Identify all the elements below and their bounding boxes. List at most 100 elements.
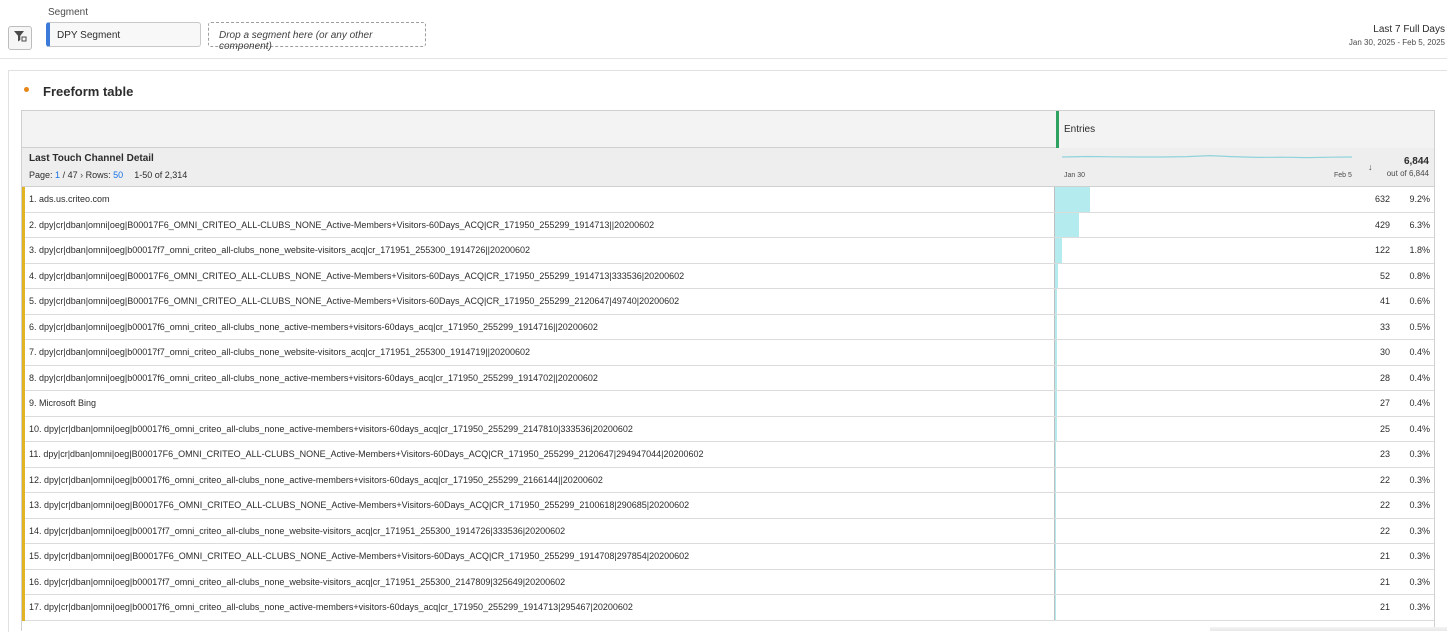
top-bar: Segment DPY Segment Drop a segment here … — [0, 0, 1447, 59]
row-bar — [1055, 238, 1062, 263]
table-row[interactable]: 9. Microsoft Bing 27 0.4% — [22, 391, 1434, 417]
row-percent: 0.3% — [1409, 551, 1430, 561]
segment-filter-button[interactable] — [8, 26, 32, 50]
table-row[interactable]: 14. dpy|cr|dban|omni|oeg|b00017f7_omni_c… — [22, 518, 1434, 544]
sort-descending-icon[interactable]: ↓ — [1368, 162, 1373, 172]
page-label: Page: — [29, 170, 53, 180]
row-bar — [1055, 416, 1057, 441]
row-label[interactable]: 7. dpy|cr|dban|omni|oeg|b00017f7_omni_cr… — [29, 347, 530, 357]
row-percent: 0.8% — [1409, 270, 1430, 281]
row-percent: 0.3% — [1409, 449, 1430, 459]
table-row[interactable]: 10. dpy|cr|dban|omni|oeg|b00017f6_omni_c… — [22, 416, 1434, 442]
row-label[interactable]: 17. dpy|cr|dban|omni|oeg|b00017f6_omni_c… — [29, 602, 633, 612]
table-row[interactable]: 13. dpy|cr|dban|omni|oeg|B00017F6_OMNI_C… — [22, 493, 1434, 519]
table-row[interactable]: 15. dpy|cr|dban|omni|oeg|B00017F6_OMNI_C… — [22, 544, 1434, 570]
table-row[interactable]: 8. dpy|cr|dban|omni|oeg|b00017f6_omni_cr… — [22, 365, 1434, 391]
row-bar — [1055, 595, 1057, 620]
table-row[interactable]: 2. dpy|cr|dban|omni|oeg|B00017F6_OMNI_CR… — [22, 212, 1434, 238]
table-row[interactable]: 16. dpy|cr|dban|omni|oeg|b00017f7_omni_c… — [22, 569, 1434, 595]
row-label[interactable]: 2. dpy|cr|dban|omni|oeg|B00017F6_OMNI_CR… — [29, 220, 654, 230]
row-percent: 0.3% — [1409, 474, 1430, 485]
row-label[interactable]: 3. dpy|cr|dban|omni|oeg|b00017f7_omni_cr… — [29, 245, 530, 255]
row-label[interactable]: 10. dpy|cr|dban|omni|oeg|b00017f6_omni_c… — [29, 424, 633, 434]
trend-sparkline — [1062, 154, 1353, 159]
row-label[interactable]: 9. Microsoft Bing — [29, 398, 96, 408]
row-range: 1-50 of 2,314 — [134, 170, 188, 180]
table-body: 1. ads.us.criteo.com 632 9.2% 2. dpy|cr|dba… — [22, 187, 1434, 621]
row-percent: 0.3% — [1409, 602, 1430, 612]
metric-column-header[interactable]: Entries — [1056, 111, 1434, 148]
panel-title[interactable]: Freeform table — [43, 84, 133, 99]
row-bar — [1055, 263, 1059, 288]
metric-total: 6,844 — [1403, 156, 1429, 167]
row-value: 22 — [1379, 500, 1390, 510]
table-row[interactable]: 5. dpy|cr|dban|omni|oeg|B00017F6_OMNI_CR… — [22, 289, 1434, 315]
table-row[interactable]: 4. dpy|cr|dban|omni|oeg|B00017F6_OMNI_CR… — [22, 263, 1434, 289]
row-value: 25 — [1379, 423, 1390, 434]
row-percent: 0.4% — [1409, 398, 1430, 408]
row-value: 429 — [1374, 219, 1390, 230]
row-label[interactable]: 4. dpy|cr|dban|omni|oeg|B00017F6_OMNI_CR… — [29, 271, 684, 281]
table-row[interactable]: 12. dpy|cr|dban|omni|oeg|b00017f6_omni_c… — [22, 467, 1434, 493]
table-row[interactable]: 17. dpy|cr|dban|omni|oeg|b00017f6_omni_c… — [22, 595, 1434, 621]
row-label[interactable]: 11. dpy|cr|dban|omni|oeg|B00017F6_OMNI_C… — [29, 449, 704, 459]
row-bar — [1055, 314, 1057, 339]
row-label[interactable]: 1. ads.us.criteo.com — [29, 194, 110, 204]
row-bar — [1055, 365, 1057, 390]
row-bar — [1055, 467, 1057, 492]
date-range-title[interactable]: Last 7 Full Days — [1373, 24, 1445, 35]
table-row[interactable]: 11. dpy|cr|dban|omni|oeg|B00017F6_OMNI_C… — [22, 442, 1434, 468]
row-label[interactable]: 12. dpy|cr|dban|omni|oeg|b00017f6_omni_c… — [29, 475, 603, 485]
row-value: 52 — [1379, 270, 1390, 281]
table-row[interactable]: 3. dpy|cr|dban|omni|oeg|b00017f7_omni_cr… — [22, 238, 1434, 264]
row-metric-cell — [1054, 493, 1434, 518]
dimension-title[interactable]: Last Touch Channel Detail — [29, 153, 154, 164]
metric-header-label: Entries — [1064, 124, 1096, 135]
row-metric-cell — [1054, 595, 1434, 620]
row-bar — [1055, 493, 1057, 518]
row-label[interactable]: 8. dpy|cr|dban|omni|oeg|b00017f6_omni_cr… — [29, 373, 598, 383]
segment-drop-zone[interactable]: Drop a segment here (or any other compon… — [208, 22, 426, 52]
row-bar — [1055, 187, 1090, 212]
table-row[interactable]: 1. ads.us.criteo.com 632 9.2% — [22, 187, 1434, 213]
row-percent: 0.4% — [1409, 347, 1430, 357]
table-row[interactable]: 6. dpy|cr|dban|omni|oeg|b00017f6_omni_cr… — [22, 314, 1434, 340]
row-percent: 0.3% — [1409, 500, 1430, 510]
row-metric-cell — [1054, 544, 1434, 569]
spark-start-label: Jan 30 — [1064, 172, 1086, 179]
row-label[interactable]: 16. dpy|cr|dban|omni|oeg|b00017f7_omni_c… — [29, 577, 565, 587]
row-value: 632 — [1374, 194, 1390, 204]
row-bar — [1055, 442, 1057, 467]
row-metric-cell — [1054, 569, 1434, 594]
segment-chip[interactable]: DPY Segment — [46, 22, 201, 47]
row-metric-cell — [1054, 416, 1434, 441]
row-label[interactable]: 15. dpy|cr|dban|omni|oeg|B00017F6_OMNI_C… — [29, 551, 689, 561]
page-number[interactable]: 1 — [55, 170, 60, 180]
row-label[interactable]: 6. dpy|cr|dban|omni|oeg|b00017f6_omni_cr… — [29, 322, 598, 332]
spark-end-label: Feb 5 — [1334, 172, 1352, 179]
row-percent: 6.3% — [1409, 219, 1430, 230]
row-metric-cell — [1054, 289, 1434, 314]
row-metric-cell — [1054, 340, 1434, 365]
row-label[interactable]: 14. dpy|cr|dban|omni|oeg|b00017f7_omni_c… — [29, 526, 565, 536]
row-value: 28 — [1379, 372, 1390, 383]
pagination: Page: 1 / 47 › Rows: 50 1-50 of 2,314 — [29, 170, 187, 180]
row-bar — [1055, 569, 1057, 594]
table-row[interactable]: 7. dpy|cr|dban|omni|oeg|b00017f7_omni_cr… — [22, 340, 1434, 366]
rows-per-page[interactable]: 50 — [113, 170, 123, 180]
row-label[interactable]: 5. dpy|cr|dban|omni|oeg|B00017F6_OMNI_CR… — [29, 296, 679, 306]
row-metric-cell — [1054, 263, 1434, 288]
row-percent: 0.6% — [1409, 296, 1430, 306]
row-metric-cell — [1054, 442, 1434, 467]
row-value: 27 — [1379, 398, 1390, 408]
row-label[interactable]: 13. dpy|cr|dban|omni|oeg|B00017F6_OMNI_C… — [29, 500, 689, 510]
row-bar — [1055, 289, 1058, 314]
row-bar — [1055, 391, 1057, 416]
date-range-value: Jan 30, 2025 - Feb 5, 2025 — [1348, 38, 1445, 47]
row-bar — [1055, 544, 1057, 569]
row-percent: 9.2% — [1409, 194, 1430, 204]
next-page-icon[interactable]: › — [80, 170, 83, 180]
trend-line — [1062, 154, 1353, 159]
row-metric-cell — [1054, 391, 1434, 416]
filter-icon — [13, 29, 27, 48]
